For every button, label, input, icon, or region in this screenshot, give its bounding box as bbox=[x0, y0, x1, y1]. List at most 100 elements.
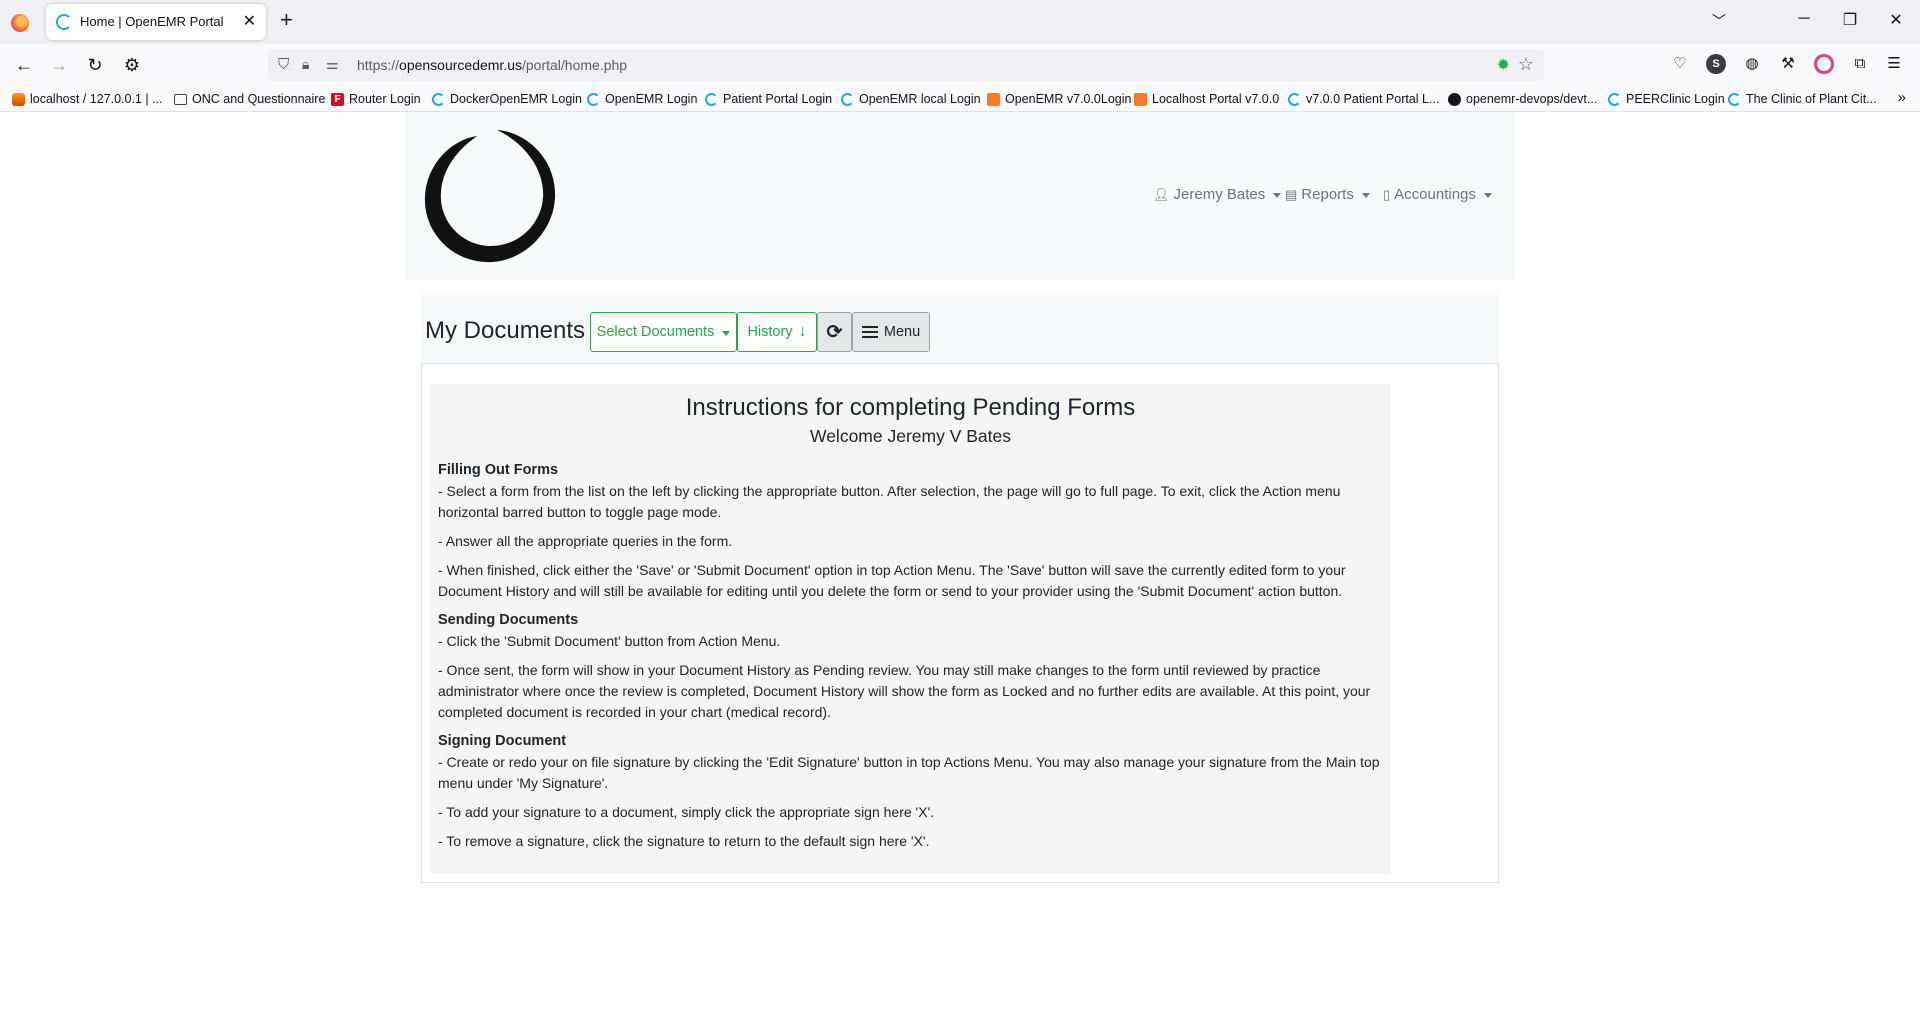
extension-tools-icon[interactable]: ⚒ bbox=[1778, 54, 1798, 74]
tab-list-chevron-icon[interactable]: ﹀ bbox=[1712, 11, 1726, 31]
permissions-icon[interactable]: ⚌ bbox=[326, 56, 339, 73]
reload-icon[interactable]: ↻ bbox=[84, 54, 106, 76]
url-text[interactable]: https://opensourcedemr.us/portal/home.ph… bbox=[357, 57, 627, 73]
bookmark-label: PEERClinic Login bbox=[1626, 92, 1725, 106]
refresh-button[interactable]: ⟳ bbox=[817, 312, 852, 352]
url-path: /portal/home.php bbox=[522, 57, 628, 73]
xampp-icon bbox=[987, 92, 1000, 106]
bookmarks-overflow-icon[interactable]: » bbox=[1898, 89, 1906, 106]
instruction-paragraph: - To remove a signature, click the signa… bbox=[438, 833, 930, 849]
reports-menu-label: Reports bbox=[1301, 186, 1354, 203]
accountings-menu-dropdown[interactable]: ▯ Accountings bbox=[1383, 186, 1492, 203]
instruction-paragraph: - When finished, click either the 'Save'… bbox=[438, 562, 1346, 599]
openemr-logo-icon[interactable] bbox=[419, 124, 561, 266]
bookmark-item[interactable]: F Router Login bbox=[331, 90, 421, 108]
bookmark-star-icon[interactable]: ☆ bbox=[1518, 54, 1534, 75]
router-f-icon: F bbox=[331, 92, 344, 106]
instruction-paragraph: - Create or redo your on file signature … bbox=[438, 754, 1380, 791]
bookmark-label: openemr-devops/devt... bbox=[1466, 92, 1598, 106]
extension-s-icon[interactable]: S bbox=[1706, 54, 1726, 74]
arrow-down-icon: ↓ bbox=[798, 323, 807, 340]
settings-gear-icon[interactable]: ⚙ bbox=[121, 54, 143, 76]
documents-toolbar: My Documents Select Documents History ↓ … bbox=[421, 293, 1499, 363]
accountings-menu-label: Accountings bbox=[1394, 186, 1476, 203]
extensions-puzzle-icon[interactable]: ⧉ bbox=[1850, 54, 1870, 74]
back-icon[interactable]: ← bbox=[13, 54, 35, 76]
bookmarks-toolbar: localhost / 127.0.0.1 | ... ONC and Ques… bbox=[0, 86, 1920, 112]
bookmark-item[interactable]: PEERClinic Login bbox=[1608, 90, 1725, 108]
select-documents-button[interactable]: Select Documents bbox=[590, 312, 737, 352]
caret-down-icon bbox=[722, 330, 731, 336]
browser-tab-bar: Home | OpenEMR Portal ✕ + ﹀ ─ ❐ ✕ bbox=[0, 0, 1920, 44]
browser-nav-bar: ← → ↻ ⚙ ⛉ 🔒︎ ⚌ https://opensourcedemr.us… bbox=[0, 44, 1920, 86]
url-host: opensourcedemr.us bbox=[399, 57, 522, 73]
bookmark-item[interactable]: Patient Portal Login bbox=[705, 90, 832, 108]
history-button[interactable]: History ↓ bbox=[737, 312, 817, 352]
bookmark-item[interactable]: OpenEMR local Login bbox=[841, 90, 981, 108]
reports-menu-dropdown[interactable]: ▤ Reports bbox=[1285, 186, 1370, 203]
bookmark-label: OpenEMR v7.0.0Login bbox=[1005, 92, 1132, 106]
bookmark-label: v7.0.0 Patient Portal L... bbox=[1306, 92, 1440, 106]
pocket-icon[interactable]: ♡ bbox=[1670, 54, 1690, 74]
section-heading: Sending Documents bbox=[438, 612, 579, 628]
report-icon: ▤ bbox=[1285, 186, 1298, 202]
bookmark-item[interactable]: OpenEMR v7.0.0Login bbox=[987, 90, 1131, 108]
openemr-icon bbox=[1728, 92, 1741, 106]
instruction-paragraph: - To add your signature to a document, s… bbox=[438, 804, 935, 820]
page-title: My Documents bbox=[425, 317, 586, 344]
lock-icon[interactable]: 🔒︎ bbox=[302, 56, 309, 73]
instruction-paragraph: - Click the 'Submit Document' button fro… bbox=[438, 633, 781, 649]
welcome-message: Welcome Jeremy V Bates bbox=[810, 426, 1011, 446]
user-menu-dropdown[interactable]: 👤︎ Jeremy Bates bbox=[1153, 186, 1282, 203]
instruction-paragraph: - Answer all the appropriate queries in … bbox=[438, 533, 733, 549]
tab-close-icon[interactable]: ✕ bbox=[243, 11, 256, 31]
window-close-icon[interactable]: ✕ bbox=[1886, 10, 1906, 30]
openemr-icon bbox=[841, 92, 854, 106]
hamburger-icon bbox=[861, 323, 878, 341]
openemr-icon bbox=[432, 92, 445, 106]
bookmark-label: OpenEMR Login bbox=[605, 92, 698, 106]
caret-down-icon bbox=[1273, 193, 1282, 198]
openemr-icon bbox=[705, 92, 718, 106]
tracking-shield-icon[interactable]: ⛉ bbox=[278, 56, 289, 73]
url-bar[interactable]: ⛉ 🔒︎ ⚌ https://opensourcedemr.us/portal/… bbox=[268, 49, 1544, 81]
minimize-icon[interactable]: ─ bbox=[1794, 10, 1814, 28]
bookmark-label: The Clinic of Plant Cit... bbox=[1746, 92, 1877, 106]
bookmark-item[interactable]: OpenEMR Login bbox=[587, 90, 697, 108]
bookmark-label: Router Login bbox=[349, 92, 421, 106]
refresh-icon: ⟳ bbox=[826, 321, 843, 343]
browser-tab-active[interactable]: Home | OpenEMR Portal ✕ bbox=[46, 4, 266, 40]
bookmark-label: ONC and Questionnaire bbox=[192, 92, 326, 106]
instructions-panel: Instructions for completing Pending Form… bbox=[430, 384, 1391, 874]
bookmark-label: OpenEMR local Login bbox=[859, 92, 981, 106]
bookmark-item[interactable]: v7.0.0 Patient Portal L... bbox=[1288, 90, 1439, 108]
openemr-favicon-icon bbox=[56, 14, 72, 30]
bookmark-item[interactable]: openemr-devops/devt... bbox=[1448, 90, 1597, 108]
bookmark-label: DockerOpenEMR Login bbox=[450, 92, 583, 106]
instructions-title: Instructions for completing Pending Form… bbox=[685, 394, 1136, 421]
extension-globe-icon[interactable]: ◍ bbox=[1742, 54, 1762, 74]
tab-title: Home | OpenEMR Portal bbox=[80, 14, 224, 29]
forward-icon[interactable]: → bbox=[48, 54, 70, 76]
menu-label: Menu bbox=[883, 324, 921, 340]
restore-icon[interactable]: ❐ bbox=[1840, 10, 1860, 30]
portal-header: 👤︎ Jeremy Bates ▤ Reports ▯ Accountings bbox=[405, 112, 1515, 280]
folder-icon bbox=[174, 93, 187, 105]
bookmark-label: Patient Portal Login bbox=[723, 92, 833, 106]
menu-button[interactable]: Menu bbox=[852, 312, 930, 352]
bookmark-item[interactable]: DockerOpenEMR Login bbox=[432, 90, 582, 108]
bug-extension-icon[interactable]: ✹ bbox=[1497, 55, 1510, 75]
bookmark-item[interactable]: ONC and Questionnaire bbox=[174, 90, 325, 108]
file-invoice-icon: ▯ bbox=[1383, 186, 1391, 202]
caret-down-icon bbox=[1361, 193, 1370, 198]
bookmark-item[interactable]: Localhost Portal v7.0.0 bbox=[1134, 90, 1279, 108]
app-menu-icon[interactable]: ☰ bbox=[1884, 54, 1904, 74]
bookmark-item[interactable]: localhost / 127.0.0.1 | ... bbox=[12, 90, 163, 108]
bookmark-item[interactable]: The Clinic of Plant Cit... bbox=[1728, 90, 1877, 108]
firefox-icon[interactable] bbox=[11, 14, 29, 32]
user-icon: 👤︎ bbox=[1153, 186, 1170, 202]
caret-down-icon bbox=[1483, 193, 1492, 198]
extension-color-icon[interactable] bbox=[1814, 54, 1834, 74]
xampp-icon bbox=[1134, 92, 1147, 106]
new-tab-icon[interactable]: + bbox=[280, 9, 293, 31]
